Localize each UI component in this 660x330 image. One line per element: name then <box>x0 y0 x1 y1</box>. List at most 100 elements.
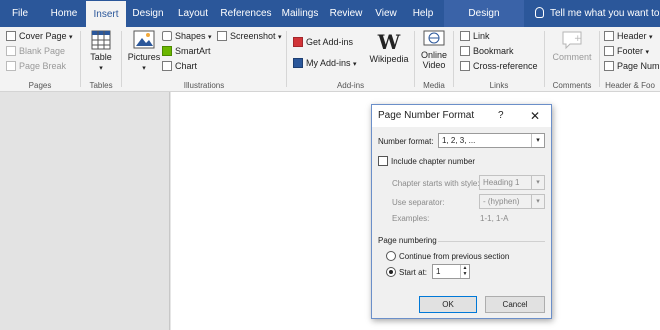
continue-radio[interactable] <box>386 251 396 261</box>
page-number-button[interactable]: Page Num <box>604 61 660 71</box>
start-at-input[interactable]: 1 ▲ ▼ <box>432 264 470 279</box>
bookmark-button[interactable]: Bookmark <box>460 46 514 56</box>
chart-icon <box>162 61 172 71</box>
tell-me-text: Tell me what you want to do <box>550 8 660 19</box>
group-media: Online Video Media <box>415 27 453 92</box>
start-at-label: Start at: <box>399 268 428 277</box>
smartart-button[interactable]: SmartArt <box>162 46 211 56</box>
header-icon <box>604 31 614 41</box>
link-icon <box>460 31 470 41</box>
tab-view[interactable]: View <box>370 0 402 27</box>
group-comments: + Comment Comments <box>545 27 599 92</box>
smartart-icon <box>162 46 172 56</box>
shapes-icon <box>162 31 172 41</box>
table-button[interactable]: Table ▾ <box>85 30 117 72</box>
tab-review[interactable]: Review <box>326 0 366 27</box>
chevron-down-icon: ▾ <box>531 176 544 189</box>
tab-file[interactable]: File <box>4 0 36 27</box>
group-label-pages: Pages <box>28 81 52 90</box>
online-video-button[interactable]: Online Video <box>417 30 451 70</box>
examples-value: 1-1, 1-A <box>480 214 509 223</box>
cover-page-icon <box>6 31 16 41</box>
page-numbering-label: Page numbering <box>378 236 437 245</box>
blank-page-icon <box>6 46 16 56</box>
comment-button[interactable]: + Comment <box>549 30 595 62</box>
wikipedia-icon: W <box>377 30 401 54</box>
tab-references[interactable]: References <box>218 0 274 27</box>
group-label-media: Media <box>423 81 445 90</box>
left-margin-pane <box>0 92 170 330</box>
examples-label: Examples: <box>392 214 430 223</box>
cover-page-button[interactable]: Cover Page ▾ <box>6 31 73 41</box>
chart-button[interactable]: Chart <box>162 61 197 71</box>
blank-page-button[interactable]: Blank Page <box>6 46 65 56</box>
cross-reference-button[interactable]: Cross-reference <box>460 61 538 71</box>
addins-icon <box>293 58 303 68</box>
group-pages: Cover Page ▾ Blank Page Page Break Pages <box>0 27 80 92</box>
page-number-format-dialog: Page Number Format ? ✕ Number format: 1,… <box>371 104 552 319</box>
group-label-addins: Add-ins <box>336 81 365 90</box>
comment-icon: + <box>562 31 582 50</box>
cancel-button[interactable]: Cancel <box>485 296 545 313</box>
spinner-arrows-icon[interactable]: ▲ ▼ <box>460 265 469 278</box>
wikipedia-button[interactable]: W Wikipedia <box>367 30 411 64</box>
header-button[interactable]: Header ▾ <box>604 31 653 41</box>
close-button[interactable]: ✕ <box>530 105 540 127</box>
separator-select[interactable]: - (hyphen) ▾ <box>479 194 545 209</box>
group-label-illustrations: Illustrations <box>183 81 225 90</box>
include-chapter-checkbox[interactable] <box>378 156 388 166</box>
ribbon: Cover Page ▾ Blank Page Page Break Pages… <box>0 27 660 92</box>
video-icon <box>423 30 445 46</box>
tab-layout[interactable]: Layout <box>172 0 214 27</box>
table-icon <box>91 30 111 50</box>
pictures-button[interactable]: Pictures ▾ <box>126 30 162 72</box>
tab-home[interactable]: Home <box>44 0 84 27</box>
document-area <box>0 92 660 330</box>
tab-help[interactable]: Help <box>406 0 440 27</box>
shapes-button[interactable]: Shapes ▾ <box>162 31 212 41</box>
chapter-style-select[interactable]: Heading 1 ▾ <box>479 175 545 190</box>
number-format-select[interactable]: 1, 2, 3, ... ▾ <box>438 133 545 148</box>
group-header-footer: Header ▾ Footer ▾ Page Num Header & Foo <box>600 27 660 92</box>
group-label-comments: Comments <box>552 81 592 90</box>
include-chapter-label: Include chapter number <box>391 157 476 166</box>
lightbulb-icon <box>535 7 544 18</box>
ok-button[interactable]: OK <box>419 296 477 313</box>
tell-me-search[interactable]: Tell me what you want to do <box>535 0 660 27</box>
store-icon <box>293 37 303 47</box>
chevron-down-icon: ▾ <box>531 195 544 208</box>
help-button[interactable]: ? <box>498 105 504 127</box>
continue-label: Continue from previous section <box>399 252 510 261</box>
page-break-button[interactable]: Page Break <box>6 61 66 71</box>
group-addins: Get Add-ins My Add-ins ▾ W Wikipedia Add… <box>287 27 414 92</box>
ribbon-tab-bar: File Home Insert Design Layout Reference… <box>0 0 660 27</box>
number-format-label: Number format: <box>378 137 434 146</box>
tab-mailings[interactable]: Mailings <box>278 0 322 27</box>
screenshot-icon <box>217 31 227 41</box>
page-number-icon <box>604 61 614 71</box>
tab-design[interactable]: Design <box>130 0 166 27</box>
chevron-down-icon: ▾ <box>531 134 544 147</box>
start-at-radio[interactable] <box>386 267 396 277</box>
group-links: Link Bookmark Cross-reference Links <box>454 27 544 92</box>
my-addins-button[interactable]: My Add-ins ▾ <box>293 58 357 68</box>
separator-label: Use separator: <box>392 198 445 207</box>
footer-icon <box>604 46 614 56</box>
chapter-starts-label: Chapter starts with style: <box>392 179 480 188</box>
screenshot-button[interactable]: Screenshot ▾ <box>217 31 282 41</box>
tab-insert[interactable]: Insert <box>86 1 126 27</box>
link-button[interactable]: Link <box>460 31 490 41</box>
bookmark-icon <box>460 46 470 56</box>
group-illustrations: Pictures ▾ Shapes ▾ SmartArt Chart Screen… <box>122 27 286 92</box>
group-label-links: Links <box>489 81 509 90</box>
cross-reference-icon <box>460 61 470 71</box>
page-break-icon <box>6 61 16 71</box>
pictures-icon <box>133 30 155 49</box>
group-label-tables: Tables <box>89 81 113 90</box>
section-divider <box>438 241 545 242</box>
tab-header-footer-design[interactable]: Design <box>444 0 524 27</box>
dialog-title: Page Number Format <box>372 105 551 127</box>
group-label-header-footer: Header & Foo <box>605 81 655 90</box>
get-addins-button[interactable]: Get Add-ins <box>293 37 353 47</box>
footer-button[interactable]: Footer ▾ <box>604 46 649 56</box>
